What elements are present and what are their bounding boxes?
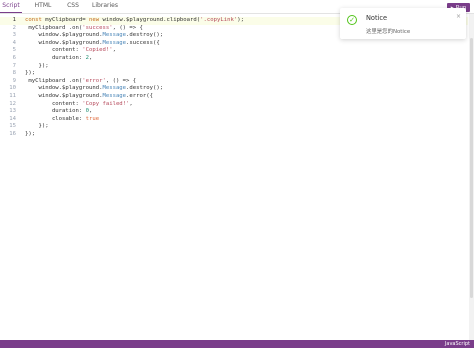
code-token: }); xyxy=(25,123,49,130)
code-token: , xyxy=(112,47,116,54)
code-token: ); xyxy=(237,17,244,23)
code-token: window.$playground. xyxy=(25,85,103,92)
code-token: window.$playground.clipboard( xyxy=(99,17,201,23)
code-text: duration: 0, xyxy=(25,108,92,116)
line-number: 7 xyxy=(12,62,16,69)
code-text: myClipboard .on('success', () => { xyxy=(25,25,143,33)
notice-title: Notice xyxy=(366,14,388,22)
code-token: , xyxy=(89,55,93,61)
code-token: content: xyxy=(25,47,83,54)
code-token: }); xyxy=(25,131,36,137)
line-number: 16 xyxy=(9,131,16,137)
code-text: }); xyxy=(25,131,35,139)
code-token: Message xyxy=(102,32,127,39)
line-number: 14 xyxy=(9,115,16,122)
code-line[interactable]: 7 }); xyxy=(0,63,468,71)
line-number: 6 xyxy=(12,55,16,61)
code-token: myClipboard .on( xyxy=(25,24,83,31)
code-text: window.$playground.Message.destroy(); xyxy=(25,32,163,40)
code-token: content: xyxy=(25,100,83,107)
tab-script[interactable]: Script xyxy=(0,0,22,13)
code-token: new xyxy=(89,17,100,23)
code-token: duration: xyxy=(25,108,86,115)
tab-html[interactable]: HTML xyxy=(30,0,56,12)
code-text: }); xyxy=(25,62,49,71)
code-text: }); xyxy=(25,123,49,131)
code-line[interactable]: 14 closable: true xyxy=(0,116,468,124)
code-editor[interactable]: 1 const myClipboard= new window.$playgrou… xyxy=(0,15,468,340)
code-line[interactable]: 6 duration: 2, xyxy=(0,55,468,63)
code-token: , xyxy=(89,108,93,115)
code-line[interactable]: 5 content: 'Copied!', xyxy=(0,47,468,55)
code-token: myClipboard .on( xyxy=(25,77,83,84)
success-check-icon: ✓ xyxy=(347,15,357,25)
code-token: duration: xyxy=(25,55,86,61)
code-token: .error({ xyxy=(126,93,153,99)
notice-message: 这里是您的Notice xyxy=(366,29,411,35)
code-line[interactable]: 4 window.$playground.Message.success({ xyxy=(0,40,468,48)
language-indicator: JavaScript xyxy=(444,341,470,347)
code-line[interactable]: 15 }); xyxy=(0,123,468,131)
line-number: 10 xyxy=(9,85,16,92)
code-token: , () => { xyxy=(112,24,143,31)
code-token: window.$playground. xyxy=(25,93,103,99)
code-token: 'error' xyxy=(82,77,106,84)
line-number: 15 xyxy=(9,123,16,130)
code-token: true xyxy=(85,115,100,122)
tab-libraries[interactable]: Libraries xyxy=(90,0,120,12)
code-token: Message xyxy=(102,85,127,92)
code-token: Message xyxy=(102,93,127,99)
line-number: 9 xyxy=(12,77,16,84)
line-number: 5 xyxy=(12,47,16,54)
editor-scrollbar[interactable] xyxy=(469,14,474,340)
code-token: '.copyLink' xyxy=(200,17,238,23)
code-line[interactable]: 10 window.$playground.Message.destroy(); xyxy=(0,85,468,93)
code-line[interactable]: 9 myClipboard .on('error', () => { xyxy=(0,78,468,86)
code-text: window.$playground.Message.success({ xyxy=(25,39,160,48)
code-token: myClipboard= xyxy=(41,17,89,23)
code-text: myClipboard .on('error', () => { xyxy=(25,78,136,86)
code-text: content: 'Copy failed!', xyxy=(25,101,133,109)
code-token: .destroy(); xyxy=(126,85,164,92)
code-token: 'Copied!' xyxy=(82,47,113,54)
code-line[interactable]: 16}); xyxy=(0,131,468,139)
code-token: .destroy(); xyxy=(126,32,164,39)
code-token: }); xyxy=(25,62,49,69)
code-line[interactable]: 12 content: 'Copy failed!', xyxy=(0,101,468,109)
code-token: , () => { xyxy=(105,77,137,84)
line-number: 12 xyxy=(9,100,16,107)
code-token: window.$playground. xyxy=(25,39,103,46)
code-text: closable: true xyxy=(25,116,99,124)
line-number: 3 xyxy=(12,32,16,39)
line-number: 2 xyxy=(12,24,16,31)
status-bar: JavaScript xyxy=(0,340,474,348)
line-number: 11 xyxy=(9,93,16,99)
tab-css[interactable]: CSS xyxy=(62,0,84,12)
code-token: .success({ xyxy=(126,39,160,46)
code-line[interactable]: 8}); xyxy=(0,70,468,78)
line-number: 4 xyxy=(12,39,16,46)
code-text: window.$playground.Message.error({ xyxy=(25,93,153,101)
code-text: window.$playground.Message.destroy(); xyxy=(25,85,163,93)
line-number: 13 xyxy=(9,108,16,115)
notice-toast: ✓ Notice 这里是您的Notice × xyxy=(340,8,466,39)
line-number: 1 xyxy=(12,17,16,23)
code-token: const xyxy=(25,17,42,23)
code-token: Message xyxy=(102,39,127,46)
code-token: , xyxy=(129,100,133,107)
code-line[interactable]: 13 duration: 0, xyxy=(0,108,468,116)
code-text: }); xyxy=(25,70,35,78)
code-token: 'success' xyxy=(82,24,113,31)
code-token: }); xyxy=(25,70,36,77)
line-number: 8 xyxy=(12,70,16,77)
code-text: content: 'Copied!', xyxy=(25,47,116,55)
code-text: duration: 2, xyxy=(25,55,92,63)
code-token: closable: xyxy=(25,115,86,122)
scrollbar-thumb[interactable] xyxy=(470,38,473,298)
code-text: const myClipboard= new window.$playgroun… xyxy=(25,17,244,25)
code-line[interactable]: 11 window.$playground.Message.error({ xyxy=(0,93,468,101)
code-token: window.$playground. xyxy=(25,32,103,39)
close-icon[interactable]: × xyxy=(456,13,461,20)
code-token: 'Copy failed!' xyxy=(82,100,130,107)
